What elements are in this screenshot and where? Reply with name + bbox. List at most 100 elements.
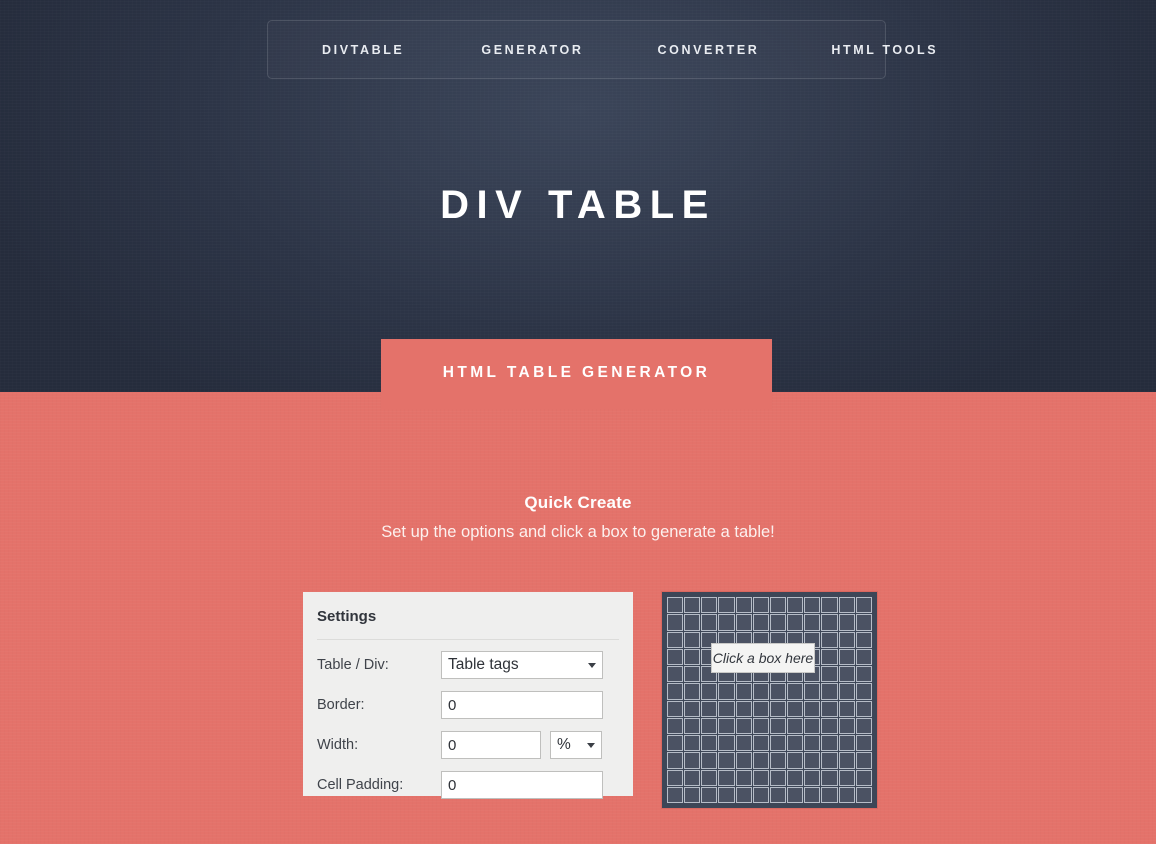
grid-cell[interactable] [752, 597, 769, 614]
grid-cell[interactable] [821, 597, 838, 614]
table-size-grid[interactable] [667, 597, 872, 803]
grid-cell[interactable] [718, 631, 735, 648]
grid-cell[interactable] [821, 648, 838, 665]
grid-cell[interactable] [821, 735, 838, 752]
grid-cell[interactable] [838, 666, 855, 683]
grid-cell[interactable] [718, 614, 735, 631]
grid-cell[interactable] [667, 597, 684, 614]
grid-cell[interactable] [735, 614, 752, 631]
grid-cell[interactable] [718, 683, 735, 700]
grid-cell[interactable] [701, 631, 718, 648]
grid-cell[interactable] [838, 614, 855, 631]
grid-cell[interactable] [684, 735, 701, 752]
grid-cell[interactable] [752, 700, 769, 717]
grid-cell[interactable] [821, 666, 838, 683]
grid-cell[interactable] [752, 614, 769, 631]
grid-cell[interactable] [667, 717, 684, 734]
grid-cell[interactable] [787, 769, 804, 786]
grid-cell[interactable] [855, 769, 872, 786]
grid-cell[interactable] [684, 631, 701, 648]
grid-cell[interactable] [735, 648, 752, 665]
grid-cell[interactable] [821, 614, 838, 631]
grid-cell[interactable] [804, 614, 821, 631]
grid-cell[interactable] [701, 752, 718, 769]
grid-cell[interactable] [667, 648, 684, 665]
grid-cell[interactable] [735, 700, 752, 717]
grid-cell[interactable] [684, 717, 701, 734]
grid-cell[interactable] [701, 786, 718, 803]
grid-cell[interactable] [735, 666, 752, 683]
grid-cell[interactable] [838, 597, 855, 614]
grid-cell[interactable] [769, 648, 787, 665]
grid-cell[interactable] [787, 700, 804, 717]
grid-cell[interactable] [838, 735, 855, 752]
grid-cell[interactable] [735, 735, 752, 752]
grid-cell[interactable] [769, 769, 787, 786]
grid-cell[interactable] [821, 786, 838, 803]
grid-cell[interactable] [769, 614, 787, 631]
grid-cell[interactable] [804, 683, 821, 700]
nav-item-divtable[interactable]: DIVTABLE [320, 37, 406, 63]
grid-cell[interactable] [684, 752, 701, 769]
grid-cell[interactable] [667, 614, 684, 631]
grid-cell[interactable] [787, 717, 804, 734]
cell-padding-input[interactable] [441, 771, 603, 799]
grid-cell[interactable] [667, 786, 684, 803]
grid-cell[interactable] [821, 683, 838, 700]
nav-item-generator[interactable]: GENERATOR [479, 37, 585, 63]
grid-cell[interactable] [701, 614, 718, 631]
grid-cell[interactable] [787, 683, 804, 700]
grid-cell[interactable] [752, 666, 769, 683]
grid-cell[interactable] [855, 752, 872, 769]
grid-cell[interactable] [769, 735, 787, 752]
nav-item-html-tools[interactable]: HTML TOOLS [829, 37, 940, 63]
grid-cell[interactable] [752, 735, 769, 752]
grid-cell[interactable] [718, 700, 735, 717]
grid-cell[interactable] [701, 769, 718, 786]
grid-cell[interactable] [838, 786, 855, 803]
border-input[interactable] [441, 691, 603, 719]
grid-cell[interactable] [667, 752, 684, 769]
grid-cell[interactable] [838, 717, 855, 734]
grid-cell[interactable] [684, 597, 701, 614]
grid-cell[interactable] [667, 769, 684, 786]
grid-cell[interactable] [838, 700, 855, 717]
grid-cell[interactable] [804, 631, 821, 648]
table-size-picker[interactable]: Click a box here [661, 591, 878, 809]
grid-cell[interactable] [735, 769, 752, 786]
grid-cell[interactable] [701, 648, 718, 665]
grid-cell[interactable] [667, 735, 684, 752]
grid-cell[interactable] [838, 752, 855, 769]
grid-cell[interactable] [701, 700, 718, 717]
grid-cell[interactable] [855, 786, 872, 803]
grid-cell[interactable] [701, 683, 718, 700]
grid-cell[interactable] [838, 631, 855, 648]
grid-cell[interactable] [718, 648, 735, 665]
grid-cell[interactable] [701, 735, 718, 752]
grid-cell[interactable] [752, 769, 769, 786]
grid-cell[interactable] [787, 631, 804, 648]
grid-cell[interactable] [855, 735, 872, 752]
grid-cell[interactable] [804, 597, 821, 614]
grid-cell[interactable] [752, 786, 769, 803]
grid-cell[interactable] [821, 700, 838, 717]
grid-cell[interactable] [769, 683, 787, 700]
grid-cell[interactable] [667, 666, 684, 683]
grid-cell[interactable] [821, 631, 838, 648]
grid-cell[interactable] [769, 631, 787, 648]
grid-cell[interactable] [701, 717, 718, 734]
grid-cell[interactable] [769, 717, 787, 734]
grid-cell[interactable] [735, 597, 752, 614]
grid-cell[interactable] [752, 648, 769, 665]
grid-cell[interactable] [752, 752, 769, 769]
nav-item-converter[interactable]: CONVERTER [656, 37, 762, 63]
grid-cell[interactable] [684, 683, 701, 700]
width-unit-select[interactable]: % [550, 731, 602, 759]
grid-cell[interactable] [838, 648, 855, 665]
grid-cell[interactable] [752, 717, 769, 734]
grid-cell[interactable] [684, 666, 701, 683]
grid-cell[interactable] [804, 735, 821, 752]
grid-cell[interactable] [735, 683, 752, 700]
grid-cell[interactable] [735, 786, 752, 803]
grid-cell[interactable] [855, 631, 872, 648]
